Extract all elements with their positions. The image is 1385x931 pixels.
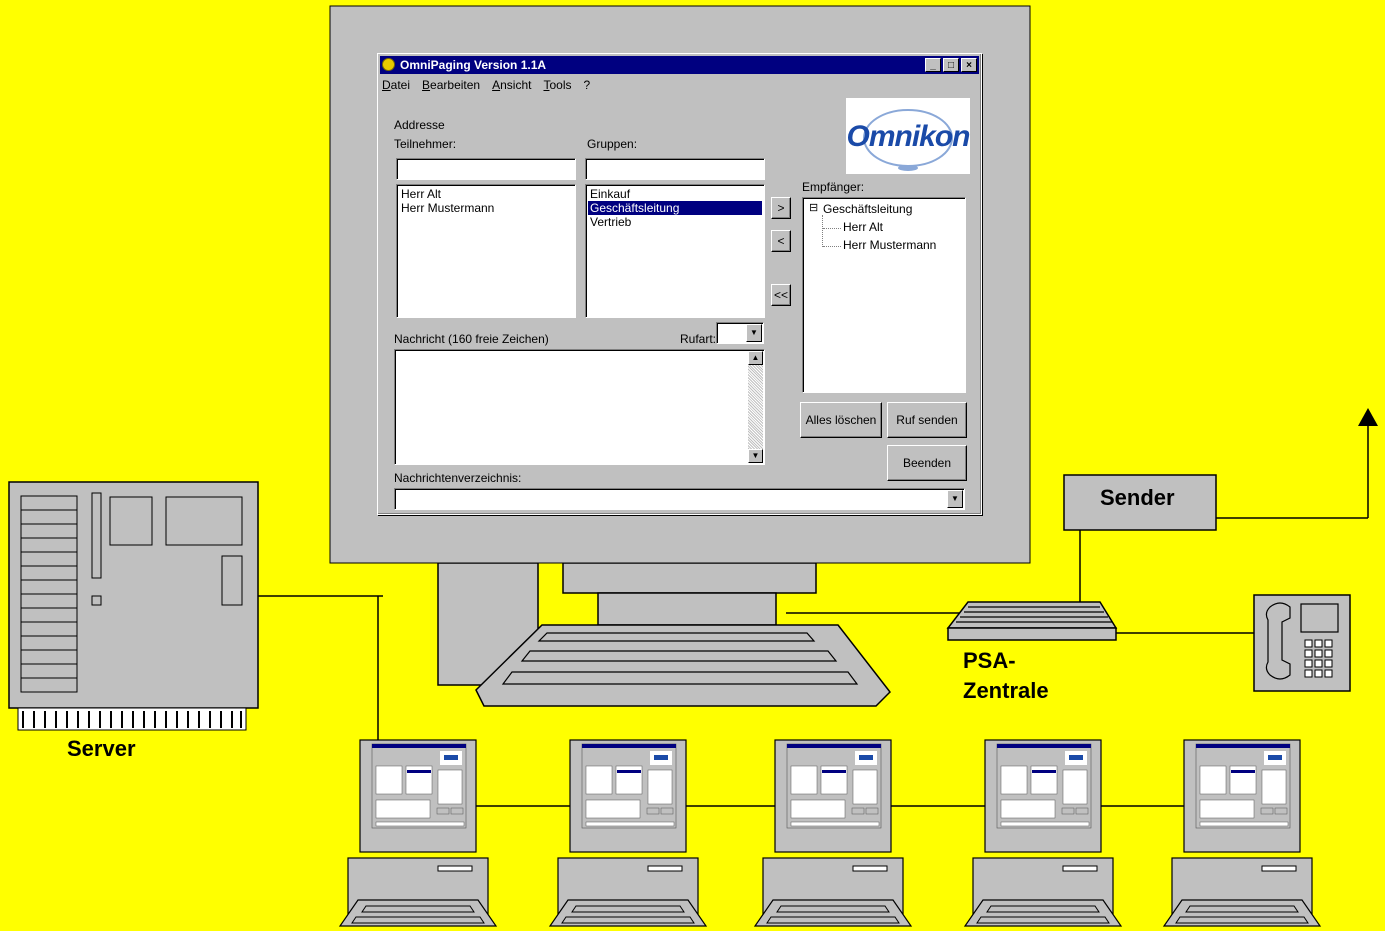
group-item-selected[interactable]: Geschäftsleitung — [588, 201, 762, 215]
call-type-label: Rufart: — [680, 332, 717, 346]
omnikon-logo: Omnikon — [846, 98, 970, 174]
tree-collapse-icon[interactable]: ⊟ — [809, 201, 818, 215]
chevron-down-icon[interactable]: ▼ — [746, 324, 762, 342]
menu-bearbeiten[interactable]: Bearbeiten — [422, 76, 480, 94]
client-pc-4 — [964, 739, 1122, 927]
participants-search-input[interactable] — [396, 158, 576, 180]
app-icon — [382, 58, 395, 71]
chevron-down-icon[interactable]: ▼ — [947, 490, 963, 508]
groups-search-input[interactable] — [585, 158, 765, 180]
psa-label-line1: PSA- — [963, 648, 1016, 673]
group-item[interactable]: Einkauf — [588, 187, 762, 201]
message-scrollbar[interactable] — [748, 351, 763, 463]
psa-label-line2: Zentrale — [963, 678, 1049, 703]
client-pc-2 — [549, 739, 707, 927]
menu-bar: Datei Bearbeiten Ansicht Tools ? — [382, 76, 590, 94]
message-label: Nachricht (160 freie Zeichen) — [394, 332, 549, 346]
title-bar[interactable]: OmniPaging Version 1.1A _ □ × — [380, 56, 979, 74]
tree-root-item[interactable]: Geschäftsleitung — [823, 202, 912, 216]
exit-button[interactable]: Beenden — [887, 445, 967, 481]
clear-all-button[interactable]: Alles löschen — [800, 402, 882, 438]
groups-label: Gruppen: — [587, 137, 638, 151]
tree-child-item[interactable]: Herr Alt — [843, 220, 883, 234]
directory-label: Nachrichtenverzeichnis: — [394, 471, 522, 485]
antenna-arrow — [1358, 408, 1378, 426]
window-title: OmniPaging Version 1.1A — [400, 58, 547, 72]
directory-select[interactable]: ▼ — [394, 488, 965, 510]
close-button[interactable]: × — [961, 58, 977, 72]
client-pc-5 — [1163, 739, 1321, 927]
menu-ansicht[interactable]: Ansicht — [492, 76, 531, 94]
server-device — [8, 481, 259, 731]
send-call-button[interactable]: Ruf senden — [887, 402, 967, 438]
add-recipient-button[interactable]: > — [771, 197, 791, 219]
participant-item[interactable]: Herr Alt — [399, 187, 573, 201]
remove-recipient-button[interactable]: < — [771, 230, 791, 252]
address-label: Addresse — [394, 118, 445, 132]
sender-label: Sender — [1100, 485, 1175, 510]
server-label: Server — [67, 736, 136, 761]
send-call-label: Ruf senden — [896, 413, 958, 427]
telephone-device — [1253, 594, 1351, 692]
menu-help[interactable]: ? — [583, 76, 590, 94]
logo-text: Omnikon — [846, 120, 970, 153]
participants-label: Teilnehmer: — [394, 137, 457, 151]
participants-list[interactable]: Herr Alt Herr Mustermann — [396, 184, 576, 318]
remove-all-recipients-button[interactable]: << — [771, 284, 791, 306]
minimize-button[interactable]: _ — [925, 58, 941, 72]
message-textarea[interactable]: ▲ ▼ — [394, 349, 765, 465]
clear-all-label: Alles löschen — [805, 413, 877, 427]
scroll-down-icon[interactable]: ▼ — [748, 449, 763, 463]
recipients-label: Empfänger: — [802, 180, 865, 194]
omnipaging-window: OmniPaging Version 1.1A _ □ × Datei Bear… — [377, 53, 982, 515]
groups-list[interactable]: Einkauf Geschäftsleitung Vertrieb — [585, 184, 765, 318]
recipients-tree[interactable]: ⊟ Geschäftsleitung Herr Alt Herr Musterm… — [802, 197, 966, 393]
scroll-up-icon[interactable]: ▲ — [748, 351, 763, 365]
tree-child-item[interactable]: Herr Mustermann — [843, 238, 936, 252]
menu-datei[interactable]: Datei — [382, 76, 410, 94]
maximize-button[interactable]: □ — [943, 58, 959, 72]
group-item[interactable]: Vertrieb — [588, 215, 762, 229]
client-pc-3 — [754, 739, 912, 927]
psa-switchboard — [946, 601, 1118, 641]
client-pc-1 — [339, 739, 497, 927]
call-type-select[interactable]: ▼ — [716, 322, 764, 344]
exit-label: Beenden — [902, 456, 952, 470]
participant-item[interactable]: Herr Mustermann — [399, 201, 573, 215]
menu-tools[interactable]: Tools — [543, 76, 571, 94]
